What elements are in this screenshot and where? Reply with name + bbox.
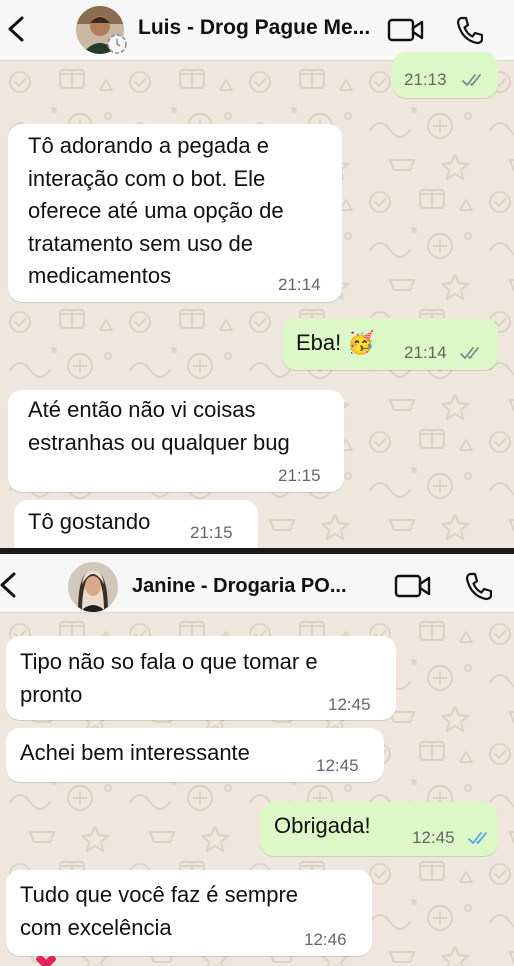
chat-window-janine: Janine - Drogaria PO... Tipo não so fala… [0, 554, 514, 966]
message-line: Tipo não so fala o que tomar e [20, 649, 318, 674]
video-camera-icon[interactable] [394, 574, 432, 598]
message-line: oferece até uma opção de [28, 198, 284, 223]
message-text: Até então não vi coisas estranhas ou qua… [28, 394, 290, 459]
message-text: Obrigada! [274, 813, 371, 838]
phone-icon[interactable] [464, 571, 492, 601]
message-line: medicamentos [28, 263, 172, 288]
chevron-left-icon[interactable] [0, 570, 20, 600]
message-text: Tô adorando a pegada e interação com o b… [28, 130, 284, 293]
message-bubble-outgoing[interactable]: Obrigada! 12:45 [260, 802, 498, 856]
message-bubble-incoming[interactable]: Até então não vi coisas estranhas ou qua… [8, 390, 344, 492]
double-check-icon [460, 347, 479, 359]
message-time: 21:13 [404, 70, 447, 89]
message-line: Tô adorando a pegada e [28, 133, 269, 158]
message-line: Até então não vi coisas [28, 397, 256, 422]
message-time: 12:45 [328, 695, 371, 714]
message-text: Tudo que você faz é sempre com excelênci… [20, 878, 298, 944]
message-text: Tipo não so fala o que tomar e pronto [20, 645, 318, 711]
chat-window-luis: Luis - Drog Pague Me... 21:13 Tô adorand… [0, 0, 514, 548]
double-check-icon [462, 74, 481, 86]
message-text: Eba! 🥳 [296, 330, 375, 355]
contact-name[interactable]: Luis - Drog Pague Me... [138, 16, 370, 40]
message-bubble-incoming[interactable]: Tô adorando a pegada e interação com o b… [8, 124, 342, 302]
message-bubble-outgoing[interactable]: 21:13 [392, 52, 498, 98]
message-line: pronto [20, 682, 83, 707]
message-bubble-incoming[interactable]: Achei bem interessante 12:45 [6, 728, 384, 782]
message-time: 12:46 [304, 930, 347, 949]
message-line: Tudo que você faz é sempre [20, 882, 299, 907]
phone-icon[interactable] [455, 15, 483, 45]
message-line: com excelência [20, 915, 172, 940]
message-time: 21:14 [404, 343, 447, 362]
avatar[interactable] [68, 562, 118, 612]
message-time: 21:15 [278, 466, 321, 485]
video-camera-icon[interactable] [387, 18, 425, 42]
chevron-left-icon[interactable] [4, 14, 28, 44]
contact-name[interactable]: Janine - Drogaria PO... [132, 575, 347, 598]
message-time: 21:15 [190, 523, 233, 542]
message-text: Achei bem interessante [20, 740, 250, 765]
message-text: Tô gostando [28, 509, 151, 534]
message-bubble-incoming[interactable]: Tipo não so fala o que tomar e pronto 12… [6, 636, 396, 720]
message-line: interação com o bot. Ele [28, 165, 266, 191]
message-time: 21:14 [278, 275, 321, 294]
message-line: estranhas ou qualquer bug [28, 429, 290, 455]
message-time: 12:45 [316, 756, 359, 775]
chat-header: Janine - Drogaria PO... [0, 554, 514, 613]
double-check-icon [468, 832, 487, 844]
message-bubble-incoming[interactable]: Tudo que você faz é sempre com excelênci… [6, 870, 372, 956]
status-ring-icon [107, 34, 127, 54]
message-bubble-incoming[interactable]: Tô gostando 21:15 [14, 500, 258, 548]
message-bubble-outgoing[interactable]: Eba! 🥳 21:14 [282, 318, 498, 370]
message-time: 12:45 [412, 828, 455, 847]
message-line: tratamento sem uso de [28, 230, 254, 256]
heart-reaction-icon [36, 956, 56, 966]
